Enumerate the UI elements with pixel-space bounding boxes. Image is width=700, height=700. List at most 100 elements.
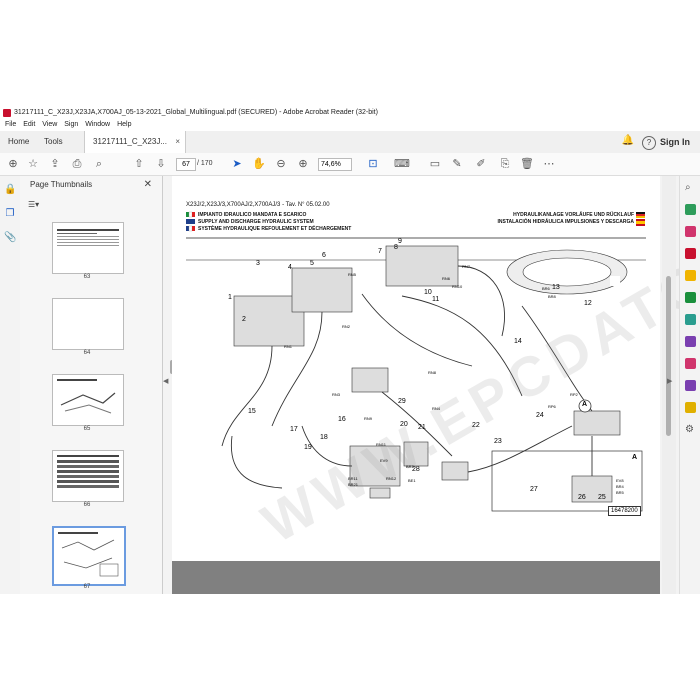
title-french: SYSTÈME HYDRAULIQUE REFOULEMENT ET DÉCHA… xyxy=(198,226,352,232)
acrobat-window: 31217111_C_X23J,X23JA,X700AJ_05-13-2021_… xyxy=(0,107,700,594)
more-tools-icon[interactable]: ⚙ xyxy=(685,424,696,435)
close-panel-icon[interactable]: ✕ xyxy=(144,179,152,190)
previous-page-icon[interactable]: ⇧ xyxy=(132,157,146,171)
lock-icon[interactable]: 🔒 xyxy=(4,184,16,196)
callout-17: 17 xyxy=(290,426,298,433)
document-vertical-scrollbar[interactable] xyxy=(662,176,676,594)
organize-pages-icon[interactable] xyxy=(685,314,696,325)
menu-bar: File Edit View Sign Window Help xyxy=(0,119,700,131)
create-pdf-icon[interactable] xyxy=(685,226,696,237)
port-label: BR3 xyxy=(406,464,414,469)
zoom-in-icon[interactable]: ⊕ xyxy=(296,157,310,171)
upload-icon[interactable]: ⇪ xyxy=(48,157,62,171)
callout-12: 12 xyxy=(584,300,592,307)
edit-pdf-icon[interactable] xyxy=(685,248,696,259)
print-icon[interactable]: ⎙ xyxy=(70,157,84,171)
port-label: RN5 xyxy=(348,272,357,277)
fit-page-icon[interactable]: ⊡ xyxy=(366,157,380,171)
collapse-left-panel-icon[interactable]: ◀ xyxy=(163,377,168,385)
zoom-level-field[interactable]: 74,6% xyxy=(318,158,352,171)
port-label: BR21 xyxy=(348,482,359,487)
collapse-right-panel-icon[interactable]: ▶ xyxy=(667,377,672,385)
callout-15: 15 xyxy=(248,408,256,415)
comment-icon[interactable]: ▭ xyxy=(428,157,442,171)
star-icon[interactable]: ☆ xyxy=(26,157,40,171)
thumbnail-page-65[interactable] xyxy=(52,374,124,426)
port-label: BR8 xyxy=(548,294,556,299)
port-label: EV8 xyxy=(616,478,624,483)
combine-files-icon[interactable] xyxy=(685,292,696,303)
hand-tool-icon[interactable]: ✋ xyxy=(252,157,266,171)
search-icon[interactable]: ⌕ xyxy=(92,157,106,171)
thumbnail-drawing-preview xyxy=(57,379,116,414)
page-thumbnails-icon[interactable]: ❐ xyxy=(4,208,16,220)
next-page-icon[interactable]: ⇩ xyxy=(154,157,168,171)
page-number-input[interactable]: 67 xyxy=(176,158,196,171)
title-german: HYDRAULIKANLAGE VORLÄUFE UND RÜCKLAUF xyxy=(513,212,634,218)
draw-icon[interactable]: ✐ xyxy=(474,157,488,171)
port-label: RN4 xyxy=(432,406,441,411)
thumbnail-page-64[interactable] xyxy=(52,298,124,350)
callout-21: 21 xyxy=(418,424,426,431)
thumbnail-page-66[interactable] xyxy=(52,450,124,502)
title-italian: IMPIANTO IDRAULICO MANDATA E SCARICO xyxy=(198,212,307,218)
sign-in-button[interactable]: Sign In xyxy=(660,131,690,153)
tab-bar: Home Tools 31217111_C_X23J... × 🔔 ? Sign… xyxy=(0,131,700,154)
menu-view[interactable]: View xyxy=(42,119,57,131)
keyboard-icon[interactable]: ⌨ xyxy=(394,157,410,171)
tab-tools[interactable]: Tools xyxy=(44,131,63,153)
callout-25: 25 xyxy=(598,494,606,501)
menu-file[interactable]: File xyxy=(5,119,16,131)
attachment-icon[interactable]: 📎 xyxy=(4,232,16,244)
callout-16: 16 xyxy=(338,416,346,423)
zoom-out-icon[interactable]: ⊖ xyxy=(274,157,288,171)
thumbnail-page-63[interactable] xyxy=(52,222,124,274)
protect-icon[interactable] xyxy=(685,358,696,369)
callout-9: 9 xyxy=(398,238,402,245)
thumbnail-page-67-selected[interactable] xyxy=(52,526,126,586)
callout-8: 8 xyxy=(394,244,398,251)
port-label: BR6 xyxy=(542,286,550,291)
fill-sign-icon[interactable] xyxy=(685,336,696,347)
select-cursor-icon[interactable]: ➤ xyxy=(230,157,244,171)
callout-11: 11 xyxy=(432,296,440,303)
compress-pdf-icon[interactable] xyxy=(685,402,696,413)
comment-tool-icon[interactable] xyxy=(685,270,696,281)
menu-sign[interactable]: Sign xyxy=(64,119,78,131)
highlight-icon[interactable]: ✎ xyxy=(450,157,464,171)
port-label: RN11 xyxy=(376,442,386,447)
stamp-icon[interactable]: ⎘ xyxy=(498,157,512,171)
more-tools-icon[interactable]: ⋯ xyxy=(542,157,556,171)
callout-3: 3 xyxy=(256,260,260,267)
thumbnail-label: 66 xyxy=(83,502,91,508)
title-bar: 31217111_C_X23J,X23JA,X700AJ_05-13-2021_… xyxy=(0,107,700,119)
close-tab-icon[interactable]: × xyxy=(175,131,180,153)
thumbnail-drawing-preview xyxy=(58,532,119,577)
menu-help[interactable]: Help xyxy=(117,119,131,131)
port-label: EV9 xyxy=(380,458,388,463)
tab-home[interactable]: Home xyxy=(8,131,29,153)
search-tool-icon[interactable]: ⌕ xyxy=(685,182,696,193)
scrollbar-thumb[interactable] xyxy=(666,276,671,436)
menu-edit[interactable]: Edit xyxy=(23,119,35,131)
thumbnail-label: 65 xyxy=(83,426,91,432)
callout-7: 7 xyxy=(378,248,382,255)
document-view[interactable]: WWW.EPCDATO.COM X23J/2,X23J/3,X700AJ/2,X… xyxy=(172,162,700,594)
export-pdf-icon[interactable] xyxy=(685,204,696,215)
delete-icon[interactable]: 🗑 xyxy=(520,157,534,171)
pdf-page: WWW.EPCDATO.COM X23J/2,X23J/3,X700AJ/2,X… xyxy=(172,162,700,561)
callout-23: 23 xyxy=(494,438,502,445)
create-icon[interactable]: ⊕ xyxy=(6,157,20,171)
acrobat-app-icon xyxy=(3,109,11,117)
detail-box-label: A xyxy=(632,454,638,461)
help-icon[interactable]: ? xyxy=(642,136,656,150)
menu-window[interactable]: Window xyxy=(85,119,110,131)
thumbnail-options-icon[interactable]: ☰▾ xyxy=(28,200,39,209)
tab-document[interactable]: 31217111_C_X23J... × xyxy=(84,131,186,153)
page-thumbnails-panel: Page Thumbnails ✕ ☰▾ 63 64 65 66 67 xyxy=(20,176,174,594)
port-label: RP2 xyxy=(570,392,578,397)
bell-icon[interactable]: 🔔 xyxy=(622,135,634,146)
callout-10: 10 xyxy=(424,289,432,296)
callout-29: 29 xyxy=(398,398,406,405)
send-signature-icon[interactable] xyxy=(685,380,696,391)
